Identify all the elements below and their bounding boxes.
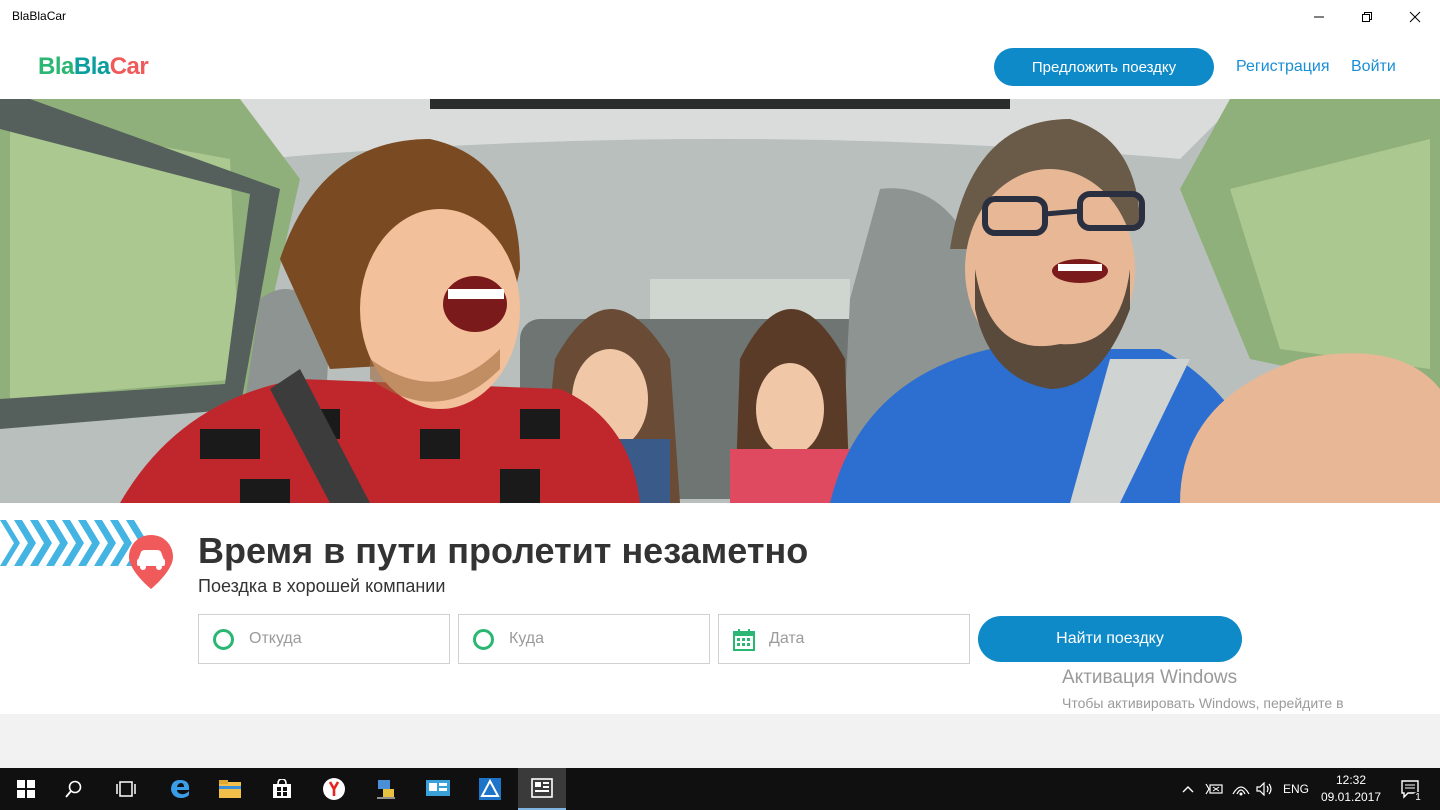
network-app-taskbar-button[interactable] bbox=[362, 768, 410, 810]
battery-tray-button[interactable] bbox=[1203, 768, 1225, 810]
store-taskbar-button[interactable] bbox=[258, 768, 306, 810]
network-app-icon bbox=[377, 780, 395, 799]
logo-part-2: Bla bbox=[73, 53, 110, 80]
edge-taskbar-button[interactable] bbox=[156, 768, 204, 810]
blablacar-app-taskbar-button[interactable] bbox=[518, 768, 566, 810]
window-title-bar: BlaBlaCar bbox=[0, 0, 1440, 33]
minimize-icon bbox=[1314, 16, 1324, 17]
activation-title: Активация Windows bbox=[1062, 667, 1238, 688]
action-center-button[interactable]: 1 bbox=[1392, 768, 1428, 810]
window-title: BlaBlaCar bbox=[12, 9, 67, 23]
from-placeholder: Откуда bbox=[249, 630, 302, 647]
task-view-button[interactable] bbox=[102, 768, 150, 810]
store-icon bbox=[273, 779, 291, 798]
from-circle-icon bbox=[213, 629, 234, 650]
blablacar-app-icon bbox=[531, 778, 553, 798]
control-panel-icon bbox=[426, 780, 450, 796]
register-link[interactable]: Регистрация bbox=[1236, 58, 1330, 76]
restore-button[interactable] bbox=[1344, 0, 1390, 33]
azure-app-icon bbox=[479, 778, 501, 800]
language-indicator[interactable]: ENG bbox=[1282, 768, 1310, 810]
clock-time: 12:32 bbox=[1335, 773, 1367, 787]
yandex-browser-icon bbox=[323, 778, 345, 800]
restore-icon bbox=[1362, 11, 1372, 22]
hero-image bbox=[0, 99, 1440, 503]
close-icon bbox=[1409, 11, 1421, 22]
taskbar-search[interactable] bbox=[50, 768, 98, 810]
blablacar-logo[interactable]: BlaBlaCar bbox=[38, 53, 149, 81]
clock-date: 09.01.2017 bbox=[1320, 790, 1382, 804]
friends-in-car-illustration bbox=[0, 99, 1440, 503]
task-view-icon bbox=[116, 781, 136, 797]
yandex-browser-taskbar-button[interactable] bbox=[310, 768, 358, 810]
close-button[interactable] bbox=[1392, 0, 1438, 33]
to-field[interactable]: Куда bbox=[458, 614, 710, 664]
wifi-icon bbox=[1232, 786, 1250, 796]
find-ride-button[interactable]: Найти поездку bbox=[978, 616, 1242, 662]
to-placeholder: Куда bbox=[509, 630, 545, 647]
edge-icon bbox=[171, 780, 190, 798]
taskbar-clock[interactable]: 12:32 09.01.2017 bbox=[1318, 772, 1384, 806]
logo-part-1: Bla bbox=[38, 53, 74, 80]
chevron-up-icon bbox=[1182, 786, 1194, 793]
windows-taskbar: ENG 12:32 09.01.2017 1 bbox=[0, 768, 1440, 810]
start-button[interactable] bbox=[2, 768, 50, 810]
offer-ride-button[interactable]: Предложить поездку bbox=[994, 48, 1214, 86]
volume-tray-button[interactable] bbox=[1254, 768, 1276, 810]
from-field[interactable]: Откуда bbox=[198, 614, 450, 664]
file-explorer-taskbar-button[interactable] bbox=[206, 768, 254, 810]
date-field[interactable]: Дата bbox=[718, 614, 970, 664]
to-circle-icon bbox=[473, 629, 494, 650]
search-headline: Время в пути пролетит незаметно bbox=[198, 530, 809, 571]
logo-part-3: Car bbox=[109, 53, 149, 80]
date-placeholder: Дата bbox=[769, 630, 805, 647]
battery-icon bbox=[1205, 783, 1223, 795]
control-panel-taskbar-button[interactable] bbox=[414, 768, 462, 810]
volume-icon bbox=[1256, 782, 1272, 796]
login-link[interactable]: Войти bbox=[1351, 58, 1396, 76]
search-subheadline: Поездка в хорошей компании bbox=[198, 576, 446, 596]
minimize-button[interactable] bbox=[1296, 0, 1342, 33]
start-icon bbox=[17, 780, 35, 798]
site-header: BlaBlaCar Предложить поездку Регистрация… bbox=[0, 33, 1440, 99]
show-hidden-icons-button[interactable] bbox=[1178, 768, 1198, 810]
file-explorer-icon bbox=[219, 780, 241, 798]
content-band bbox=[0, 714, 1440, 768]
wifi-tray-button[interactable] bbox=[1230, 768, 1252, 810]
search-icon bbox=[65, 780, 82, 798]
calendar-icon bbox=[733, 629, 755, 651]
notifications-count: 1 bbox=[1412, 792, 1424, 804]
azure-app-taskbar-button[interactable] bbox=[466, 768, 514, 810]
car-pin-icon bbox=[129, 535, 173, 589]
